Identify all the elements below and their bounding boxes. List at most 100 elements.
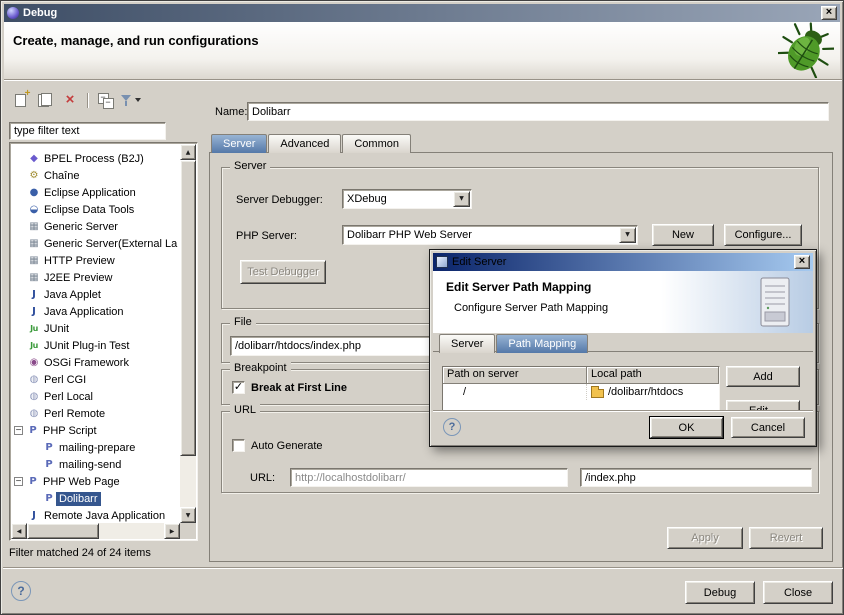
tree-item-osgi-framework[interactable]: ◉OSGi Framework [11, 354, 180, 371]
remote-java-icon: J [27, 507, 41, 523]
php-server-combo[interactable]: Dolibarr PHP Web Server ▼ [342, 225, 638, 245]
horizontal-scrollbar[interactable]: ◀ ▶ [11, 523, 180, 539]
tree-item-java-application[interactable]: JJava Application [11, 303, 180, 320]
java-application-icon: J [27, 303, 41, 320]
column-header-local-path[interactable]: Local path [587, 367, 719, 384]
dialog-tab-path-mapping[interactable]: Path Mapping [496, 334, 588, 353]
mapping-row[interactable]: //dolibarr/htdocs [443, 384, 719, 400]
tree-item-label: JUnit Plug-in Test [41, 339, 132, 353]
j2ee-preview-icon: ▦ [27, 269, 41, 286]
tree-item-mailing-send[interactable]: Pmailing-send [11, 456, 180, 473]
tree-item-generic-server-external-la[interactable]: ▦Generic Server(External La [11, 235, 180, 252]
tab-advanced[interactable]: Advanced [268, 134, 341, 153]
revert-button[interactable]: Revert [749, 527, 823, 549]
collapse-all-icon [98, 93, 113, 108]
scroll-left-button[interactable]: ◀ [11, 523, 27, 539]
tree-item-label: Java Applet [41, 288, 104, 302]
php-server-value: Dolibarr PHP Web Server [347, 229, 618, 241]
tree-item-dolibarr[interactable]: PDolibarr [11, 490, 180, 507]
configure-server-button[interactable]: Configure... [724, 224, 802, 246]
scroll-down-button[interactable]: ▼ [180, 507, 196, 523]
apply-button[interactable]: Apply [667, 527, 743, 549]
server-debugger-label: Server Debugger: [236, 194, 323, 206]
scroll-up-button[interactable]: ▲ [180, 144, 196, 160]
new-config-button[interactable] [9, 90, 31, 110]
local-path-text: /dolibarr/htdocs [608, 386, 683, 398]
tree-item-java-applet[interactable]: JJava Applet [11, 286, 180, 303]
ok-button[interactable]: OK [650, 417, 723, 438]
tab-common[interactable]: Common [342, 134, 411, 153]
chain-icon: ⚙ [27, 167, 41, 184]
url-base-input[interactable] [290, 468, 568, 487]
test-debugger-button[interactable]: Test Debugger [240, 260, 326, 284]
cancel-button[interactable]: Cancel [731, 417, 805, 438]
tree-item-php-script[interactable]: −PPHP Script [11, 422, 180, 439]
junit-plugin-test-icon: Ju [27, 337, 41, 354]
tree-item-mailing-prepare[interactable]: Pmailing-prepare [11, 439, 180, 456]
tree-item-http-preview[interactable]: ▦HTTP Preview [11, 252, 180, 269]
vertical-scroll-thumb[interactable] [180, 160, 196, 456]
break-at-first-line-checkbox[interactable]: ✓ [232, 381, 245, 394]
tree-item-perl-local[interactable]: ◍Perl Local [11, 388, 180, 405]
tab-server[interactable]: Server [211, 134, 267, 153]
tree-item-junit[interactable]: JuJUnit [11, 320, 180, 337]
new-server-button[interactable]: New [652, 224, 714, 246]
close-window-button[interactable]: × [821, 6, 837, 20]
tree-item-label: mailing-send [56, 458, 124, 472]
scroll-right-button[interactable]: ▶ [164, 523, 180, 539]
footer-separator [3, 567, 843, 569]
server-debugger-dropdown-icon[interactable]: ▼ [453, 191, 470, 207]
tree-item-label: Dolibarr [56, 492, 101, 506]
tree-item-j2ee-preview[interactable]: ▦J2EE Preview [11, 269, 180, 286]
delete-config-icon [66, 93, 75, 107]
tree-item-label: J2EE Preview [41, 271, 115, 285]
help-button[interactable]: ? [11, 581, 31, 601]
tree-item-eclipse-application[interactable]: ●Eclipse Application [11, 184, 180, 201]
dialog-subheading: Configure Server Path Mapping [454, 302, 608, 314]
dialog-help-button[interactable]: ? [443, 418, 461, 436]
window-icon [7, 7, 19, 19]
tree-item-perl-remote[interactable]: ◍Perl Remote [11, 405, 180, 422]
tree-item-label: Eclipse Application [41, 186, 139, 200]
perl-remote-icon: ◍ [27, 405, 41, 422]
filter-input[interactable] [9, 122, 166, 140]
filter-menu-icon [120, 94, 132, 107]
edit-server-dialog: Edit Server × Edit Server Path Mapping C… [429, 249, 817, 447]
url-path-input[interactable] [580, 468, 812, 487]
dialog-close-button[interactable]: × [794, 255, 810, 269]
tree-item-perl-cgi[interactable]: ◍Perl CGI [11, 371, 180, 388]
filter-menu-button[interactable] [119, 90, 141, 110]
delete-config-button[interactable] [59, 90, 81, 110]
tree-item-label: mailing-prepare [56, 441, 138, 455]
collapse-expander-icon[interactable]: − [14, 426, 23, 435]
collapse-all-button[interactable] [94, 90, 116, 110]
banner-separator [4, 79, 842, 81]
horizontal-scroll-thumb[interactable] [27, 523, 99, 539]
osgi-framework-icon: ◉ [27, 354, 41, 371]
collapse-expander-icon[interactable]: − [14, 477, 23, 486]
url-label: URL: [250, 472, 275, 484]
generic-server-external-icon: ▦ [27, 235, 41, 252]
vertical-scrollbar[interactable]: ▲ ▼ [180, 144, 196, 523]
debug-button[interactable]: Debug [685, 581, 755, 604]
duplicate-config-button[interactable] [34, 90, 56, 110]
edit-server-icon [436, 256, 448, 268]
tree-item-php-web-page[interactable]: −PPHP Web Page [11, 473, 180, 490]
server-debugger-combo[interactable]: XDebug ▼ [342, 189, 472, 209]
add-mapping-button[interactable]: Add [726, 366, 800, 387]
tree-item-eclipse-data-tools[interactable]: ◒Eclipse Data Tools [11, 201, 180, 218]
tree-item-remote-java-application[interactable]: JRemote Java Application [11, 507, 180, 523]
close-button[interactable]: Close [763, 581, 833, 604]
dialog-tab-server[interactable]: Server [439, 334, 495, 353]
bpel-process-icon: ◆ [27, 150, 41, 167]
tree-item-label: Java Application [41, 305, 127, 319]
tree-item-cha-ne[interactable]: ⚙Chaîne [11, 167, 180, 184]
php-server-dropdown-icon[interactable]: ▼ [619, 227, 636, 243]
dropdown-arrow-icon [135, 98, 141, 102]
tree-item-bpel-process-b2j[interactable]: ◆BPEL Process (B2J) [11, 150, 180, 167]
tree-item-junit-plug-in-test[interactable]: JuJUnit Plug-in Test [11, 337, 180, 354]
column-header-path-on-server[interactable]: Path on server [443, 367, 587, 384]
name-input[interactable] [247, 102, 829, 121]
tree-item-generic-server[interactable]: ▦Generic Server [11, 218, 180, 235]
auto-generate-checkbox[interactable] [232, 439, 245, 452]
